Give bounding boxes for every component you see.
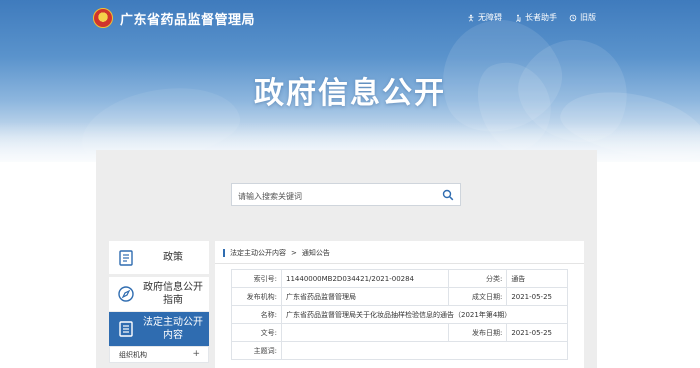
page-title: 政府信息公开 bbox=[254, 76, 446, 111]
breadcrumb: 法定主动公开内容 > 通知公告 bbox=[223, 248, 330, 258]
table-row: 文号: 发布日期: 2021-05-25 bbox=[231, 323, 568, 342]
meta-value: 2021-05-25 bbox=[506, 323, 568, 342]
national-emblem-icon bbox=[93, 8, 113, 28]
table-row: 名称: 广东省药品监督管理局关于化妆品抽样检验信息的通告（2021年第4期） bbox=[231, 305, 568, 324]
search-input[interactable] bbox=[232, 186, 432, 207]
old-version-label: 旧版 bbox=[580, 13, 596, 22]
meta-value: 广东省药品监督管理局 bbox=[280, 287, 450, 306]
meta-value: 2021-05-25 bbox=[506, 287, 568, 306]
breadcrumb-marker bbox=[223, 249, 225, 257]
divider bbox=[215, 263, 584, 264]
accessibility-label: 无障碍 bbox=[478, 13, 502, 22]
header-banner: 广东省药品监督管理局 无障碍 长者助手 旧版 政府信息公开 bbox=[0, 0, 700, 162]
meta-label: 文号: bbox=[231, 323, 282, 342]
compass-icon bbox=[118, 286, 134, 302]
table-row: 主题词: bbox=[231, 341, 568, 360]
sidebar-subitem-label: 组织机构 bbox=[119, 350, 147, 359]
meta-label: 名称: bbox=[231, 305, 282, 324]
elder-assist-icon bbox=[516, 14, 521, 22]
book-icon bbox=[119, 249, 133, 266]
expand-plus-icon[interactable]: + bbox=[192, 349, 200, 359]
sidebar-item-statutory-content[interactable]: 法定主动公开内容 bbox=[109, 312, 209, 346]
meta-label: 发布机构: bbox=[231, 287, 282, 306]
elder-assist-label: 长者助手 bbox=[525, 13, 557, 22]
breadcrumb-item[interactable]: 通知公告 bbox=[302, 248, 330, 258]
breadcrumb-separator: > bbox=[291, 249, 297, 257]
old-version-icon bbox=[569, 14, 577, 21]
meta-label: 发布日期: bbox=[448, 323, 508, 342]
search-box bbox=[231, 183, 461, 207]
meta-label: 主题词: bbox=[231, 341, 282, 360]
meta-value: 通告 bbox=[506, 269, 568, 288]
sidebar-subitem-organization[interactable]: 组织机构 + bbox=[109, 346, 209, 363]
breadcrumb-item[interactable]: 法定主动公开内容 bbox=[230, 248, 286, 258]
sidebar-item-label: 法定主动公开内容 bbox=[143, 317, 203, 341]
meta-value: 广东省药品监督管理局关于化妆品抽样检验信息的通告（2021年第4期） bbox=[281, 305, 568, 324]
table-row: 索引号: 11440000MB2D034421/2021-00284 分类: 通… bbox=[231, 269, 568, 288]
meta-label: 分类: bbox=[448, 269, 508, 288]
meta-label: 成文日期: bbox=[448, 287, 508, 306]
search-icon[interactable] bbox=[442, 189, 454, 201]
content-area: 法定主动公开内容 > 通知公告 索引号: 11440000MB2D034421/… bbox=[215, 241, 584, 368]
old-version-link[interactable]: 旧版 bbox=[569, 12, 596, 23]
meta-value: 11440000MB2D034421/2021-00284 bbox=[280, 269, 450, 288]
accessibility-icon bbox=[468, 14, 474, 21]
document-meta-table: 索引号: 11440000MB2D034421/2021-00284 分类: 通… bbox=[231, 269, 568, 360]
elder-assist-link[interactable]: 长者助手 bbox=[514, 12, 557, 23]
main-panel: 政策 政府信息公开指南 法定主动公开内容 组织机构 + 法定主动公开内容 bbox=[96, 150, 597, 368]
meta-value bbox=[280, 323, 450, 342]
sidebar-item-guide[interactable]: 政府信息公开指南 bbox=[109, 277, 209, 311]
table-row: 发布机构: 广东省药品监督管理局 成文日期: 2021-05-25 bbox=[231, 287, 568, 306]
document-icon bbox=[119, 321, 133, 337]
meta-label: 索引号: bbox=[231, 269, 282, 288]
meta-value bbox=[281, 341, 568, 360]
top-links: 无障碍 长者助手 旧版 bbox=[467, 12, 596, 23]
accessibility-link[interactable]: 无障碍 bbox=[467, 12, 502, 23]
site-name[interactable]: 广东省药品监督管理局 bbox=[120, 9, 255, 28]
sidebar-item-policy[interactable]: 政策 bbox=[109, 241, 209, 274]
sidebar-item-label: 政策 bbox=[163, 252, 183, 263]
sidebar-item-label: 政府信息公开指南 bbox=[143, 282, 203, 306]
